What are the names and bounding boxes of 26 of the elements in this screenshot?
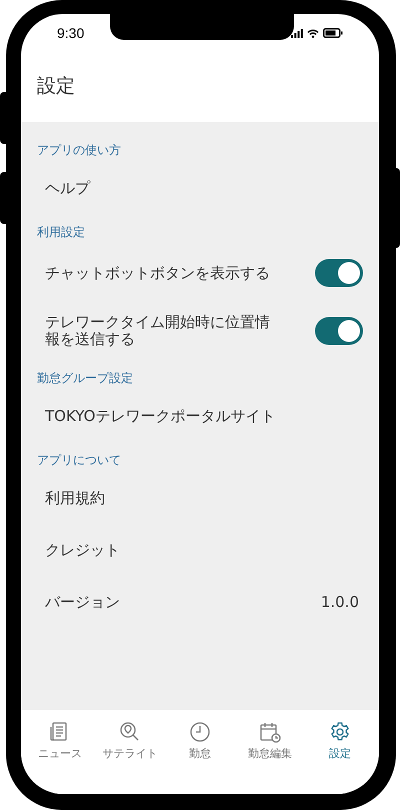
section-header: 勤怠グループ設定 xyxy=(37,370,134,387)
setting-label: テレワークタイム開始時に位置情報を送信する xyxy=(45,314,271,348)
tab-item[interactable]: ニュース xyxy=(26,720,94,762)
page-title: 設定 xyxy=(37,74,75,99)
section-header: 利用設定 xyxy=(37,224,86,241)
toggle-switch[interactable] xyxy=(315,259,363,287)
settings-item[interactable]: TOKYOテレワークポータルサイト xyxy=(37,404,284,428)
tab-item[interactable]: 勤怠 xyxy=(166,720,234,762)
tab-item[interactable]: サテライト xyxy=(96,720,164,762)
calendar-icon xyxy=(258,720,282,744)
settings-item[interactable]: ヘルプ xyxy=(37,176,98,200)
signal-icon xyxy=(291,28,303,38)
battery-icon xyxy=(323,28,343,38)
setting-label: バージョン xyxy=(45,594,120,610)
section-header: アプリの使い方 xyxy=(37,142,122,159)
clock-icon xyxy=(188,720,212,744)
section-header: アプリについて xyxy=(37,452,122,469)
version-value: 1.0.0 xyxy=(320,592,359,613)
settings-item[interactable]: クレジット xyxy=(37,538,128,562)
wifi-icon xyxy=(307,28,319,38)
tab-item[interactable]: 設定 xyxy=(306,720,374,762)
setting-label: チャットボットボタンを表示する xyxy=(45,264,271,282)
tab-item[interactable]: 勤怠編集 xyxy=(236,720,304,762)
toggle-switch[interactable] xyxy=(315,317,363,345)
status-time: 9:30 xyxy=(57,24,84,42)
settings-item[interactable]: 利用規約 xyxy=(37,486,113,510)
